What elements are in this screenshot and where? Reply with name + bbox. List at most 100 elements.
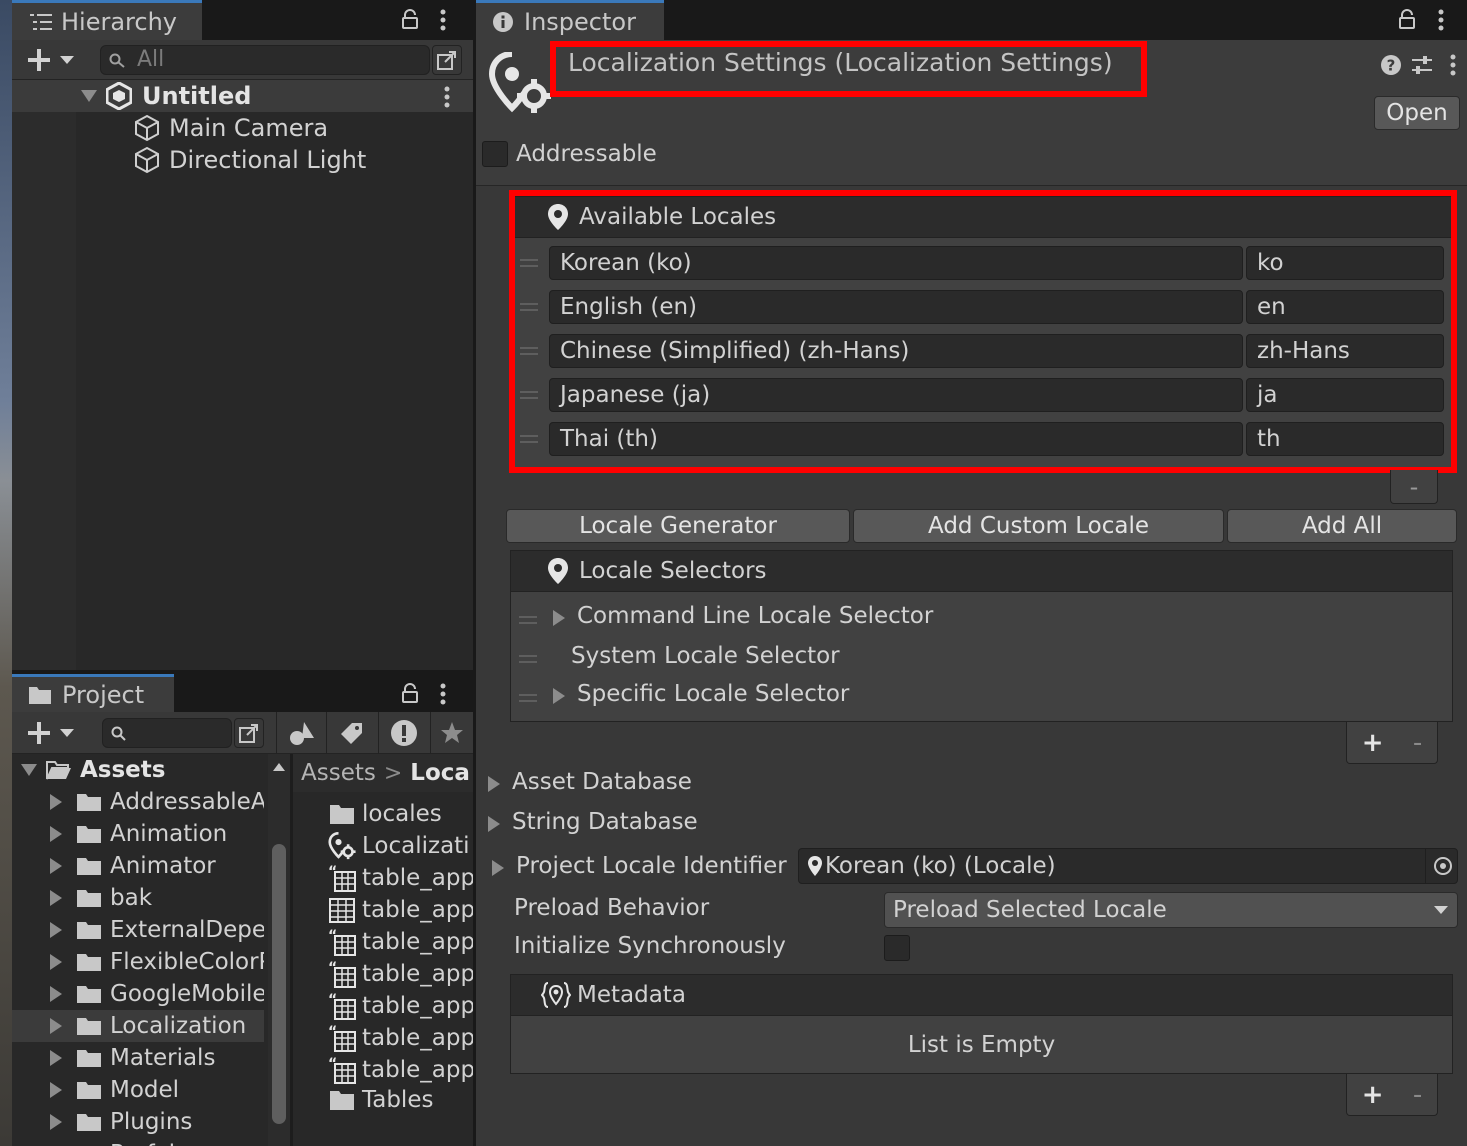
expand-triangle-icon[interactable] — [50, 1114, 62, 1130]
expand-triangle-icon[interactable] — [488, 816, 500, 832]
hierarchy-search-input[interactable]: All — [100, 45, 430, 75]
drag-handle-icon[interactable] — [519, 694, 537, 702]
search-mode-button[interactable] — [234, 718, 264, 748]
project-file-item[interactable]: locales — [328, 798, 473, 830]
scroll-up-icon[interactable] — [272, 762, 286, 772]
expand-triangle-icon[interactable] — [20, 763, 38, 777]
scrollbar-thumb[interactable] — [272, 844, 286, 1124]
expand-triangle-icon[interactable] — [50, 922, 62, 938]
create-dropdown-button[interactable] — [24, 46, 78, 74]
more-menu-icon[interactable] — [440, 9, 446, 31]
preload-behavior-dropdown[interactable]: Preload Selected Locale — [884, 892, 1458, 928]
breadcrumb-item[interactable]: Loca — [410, 760, 470, 786]
drag-handle-icon[interactable] — [519, 616, 537, 624]
addressable-checkbox[interactable] — [482, 141, 508, 167]
preset-sliders-icon[interactable] — [1410, 53, 1434, 77]
create-dropdown-button[interactable] — [24, 719, 78, 747]
project-file-item[interactable]: “table_app — [328, 926, 473, 958]
search-mode-button[interactable] — [432, 45, 462, 75]
add-selector-button[interactable]: + — [1362, 728, 1384, 758]
more-menu-icon[interactable] — [1438, 9, 1444, 31]
expand-triangle-icon[interactable] — [50, 1082, 62, 1098]
tree-item-label: Plugins — [110, 1109, 193, 1135]
tree-item[interactable]: FlexibleColorP — [12, 946, 264, 978]
expand-triangle-icon[interactable] — [80, 89, 98, 103]
expand-triangle-icon[interactable] — [50, 986, 62, 1002]
project-file-item[interactable]: “table_app — [328, 1054, 473, 1086]
expand-triangle-icon[interactable] — [553, 610, 565, 626]
tree-scrollbar[interactable] — [268, 754, 290, 1146]
expand-triangle-icon[interactable] — [50, 954, 62, 970]
favorites-button[interactable] — [430, 712, 473, 754]
project-file-item[interactable]: “table_app — [328, 1022, 473, 1054]
tree-item[interactable]: GoogleMobile — [12, 978, 264, 1010]
lock-icon[interactable] — [401, 9, 419, 29]
asset-database-foldout[interactable]: Asset Database — [512, 769, 692, 795]
project-file-item[interactable]: table_app — [328, 894, 473, 926]
string-table-icon: “ — [328, 928, 356, 956]
expand-triangle-icon[interactable] — [492, 860, 504, 876]
hierarchy-item-directional-light[interactable]: Directional Light — [12, 144, 473, 176]
localization-settings-icon — [488, 52, 551, 113]
locale-generator-button[interactable]: Locale Generator — [506, 509, 850, 543]
project-file-item[interactable]: Localizati — [328, 830, 473, 862]
tree-item[interactable]: bak — [12, 882, 264, 914]
tree-item-assets[interactable]: Assets — [12, 754, 264, 786]
expand-triangle-icon[interactable] — [50, 858, 62, 874]
project-file-item[interactable]: “table_app — [328, 990, 473, 1022]
scene-more-icon[interactable] — [444, 86, 450, 108]
more-menu-icon[interactable] — [440, 683, 446, 705]
project-search-input[interactable] — [102, 718, 232, 748]
expand-triangle-icon[interactable] — [50, 1018, 62, 1034]
project-file-item[interactable]: “table_app — [328, 958, 473, 990]
remove-locale-button[interactable]: - — [1410, 473, 1419, 501]
string-database-foldout[interactable]: String Database — [512, 809, 698, 835]
open-button[interactable]: Open — [1374, 96, 1460, 130]
expand-triangle-icon[interactable] — [488, 776, 500, 792]
breadcrumb-item[interactable]: Assets — [301, 760, 376, 786]
pane-divider[interactable] — [290, 754, 293, 1146]
init-sync-checkbox[interactable] — [884, 935, 910, 961]
project-tabbar: Project — [12, 674, 473, 712]
tab-hierarchy[interactable]: Hierarchy — [12, 0, 202, 40]
tree-item[interactable]: Animator — [12, 850, 264, 882]
filter-by-type-button[interactable] — [276, 712, 326, 754]
tab-project[interactable]: Project — [12, 674, 174, 712]
tree-item[interactable]: Model — [12, 1074, 264, 1106]
expand-triangle-icon[interactable] — [50, 794, 62, 810]
folder-icon — [77, 954, 101, 971]
selector-item-system[interactable]: System Locale Selector — [571, 643, 840, 669]
lock-icon[interactable] — [1398, 9, 1416, 29]
tree-item[interactable]: Plugins — [12, 1106, 264, 1138]
remove-metadata-button[interactable]: - — [1413, 1080, 1422, 1110]
project-file-item[interactable]: Tables — [328, 1084, 473, 1116]
object-picker-button[interactable] — [1425, 849, 1457, 883]
add-all-button[interactable]: Add All — [1227, 509, 1457, 543]
expand-triangle-icon[interactable] — [50, 826, 62, 842]
tree-item[interactable]: Animation — [12, 818, 264, 850]
tree-item[interactable]: Prefab — [12, 1138, 264, 1146]
lock-icon[interactable] — [401, 683, 419, 703]
expand-triangle-icon[interactable] — [50, 890, 62, 906]
tab-inspector[interactable]: Inspector — [476, 0, 664, 40]
project-locale-field[interactable]: Korean (ko) (Locale) — [798, 848, 1458, 884]
scene-row[interactable]: Untitled — [12, 80, 473, 112]
filter-by-label-button[interactable] — [326, 712, 376, 754]
tree-item[interactable]: Materials — [12, 1042, 264, 1074]
expand-triangle-icon[interactable] — [553, 688, 565, 704]
add-metadata-button[interactable]: + — [1362, 1080, 1384, 1110]
filter-log-button[interactable] — [378, 712, 428, 754]
tree-item[interactable]: Localization — [12, 1010, 264, 1042]
expand-triangle-icon[interactable] — [50, 1050, 62, 1066]
add-custom-locale-button[interactable]: Add Custom Locale — [853, 509, 1224, 543]
selector-item-command-line[interactable]: Command Line Locale Selector — [577, 603, 933, 629]
tree-item[interactable]: ExternalDepe — [12, 914, 264, 946]
help-icon[interactable]: ? — [1380, 54, 1402, 76]
project-file-item[interactable]: “table_app — [328, 862, 473, 894]
hierarchy-item-main-camera[interactable]: Main Camera — [12, 112, 473, 144]
tree-item[interactable]: AddressableA — [12, 786, 264, 818]
component-more-icon[interactable] — [1450, 54, 1456, 76]
remove-selector-button[interactable]: - — [1413, 728, 1422, 758]
selector-item-specific[interactable]: Specific Locale Selector — [577, 681, 849, 707]
drag-handle-icon[interactable] — [519, 655, 537, 663]
